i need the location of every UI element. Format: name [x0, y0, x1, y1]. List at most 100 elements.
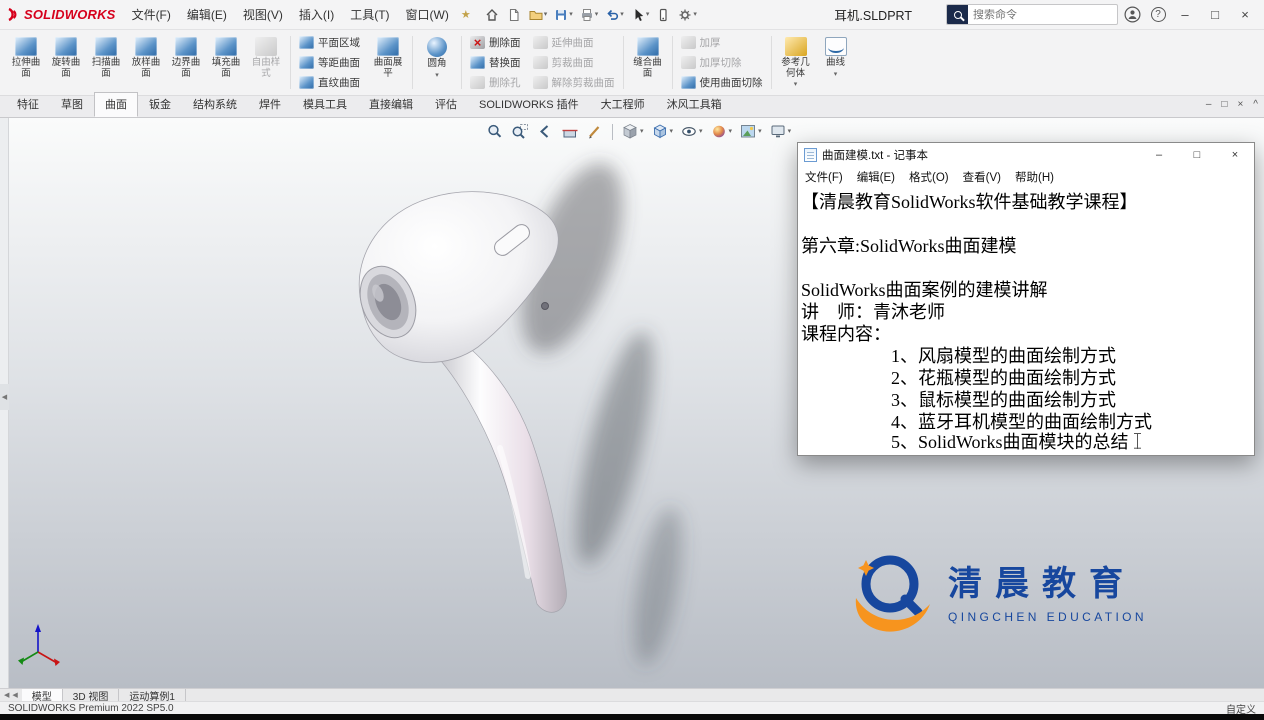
- hide-show-caret-icon[interactable]: ▾: [699, 128, 703, 135]
- doc-restore-icon[interactable]: □: [1221, 99, 1227, 110]
- view-settings-button[interactable]: ▾: [767, 121, 794, 142]
- tab-mold-tools[interactable]: 模具工具: [292, 92, 358, 117]
- undo-caret-icon[interactable]: ▾: [620, 11, 624, 18]
- notepad-menu-file[interactable]: 文件(F): [798, 169, 850, 185]
- notepad-menu-format[interactable]: 格式(O): [902, 169, 956, 185]
- reference-geometry-button[interactable]: 参考几何体 ▾: [776, 32, 816, 93]
- revolve-surface-button[interactable]: 旋转曲面: [46, 32, 86, 93]
- notepad-menu-help[interactable]: 帮助(H): [1008, 169, 1061, 185]
- mobile-device-button[interactable]: [652, 4, 674, 26]
- favorites-star-icon[interactable]: ★: [457, 8, 475, 21]
- scene-caret-icon[interactable]: ▾: [758, 128, 762, 135]
- open-button[interactable]: ▾: [525, 4, 551, 26]
- feature-manager-expand-arrow[interactable]: ◀: [0, 384, 9, 410]
- fillet-caret-icon[interactable]: ▾: [435, 72, 439, 79]
- window-maximize-button[interactable]: □: [1200, 0, 1230, 30]
- hide-show-items-button[interactable]: ▾: [678, 121, 705, 142]
- ribbon-collapse-icon[interactable]: ^: [1253, 99, 1258, 110]
- zoom-fit-button[interactable]: [484, 121, 506, 142]
- menu-tools[interactable]: 工具(T): [342, 0, 397, 30]
- tab-model[interactable]: 模型: [21, 689, 63, 703]
- select-caret-icon[interactable]: ▾: [646, 11, 650, 18]
- thicken-cut-button[interactable]: 加厚切除: [677, 53, 767, 72]
- notepad-menu-view[interactable]: 查看(V): [956, 169, 1008, 185]
- menu-file[interactable]: 文件(F): [124, 0, 179, 30]
- view-orientation-caret-icon[interactable]: ▾: [640, 128, 644, 135]
- appearance-caret-icon[interactable]: ▾: [729, 128, 733, 135]
- fillet-button[interactable]: 圆角 ▾: [417, 32, 457, 93]
- boundary-surface-button[interactable]: 边界曲面: [166, 32, 206, 93]
- cut-with-surface-button[interactable]: 使用曲面切除: [677, 73, 767, 92]
- print-button[interactable]: ▾: [576, 4, 602, 26]
- previous-view-button[interactable]: [534, 121, 556, 142]
- loft-surface-button[interactable]: 放样曲面: [126, 32, 166, 93]
- view-orientation-button[interactable]: ▾: [619, 121, 646, 142]
- display-style-caret-icon[interactable]: ▾: [670, 128, 674, 135]
- doc-minimize-icon[interactable]: –: [1206, 99, 1212, 110]
- zoom-area-button[interactable]: [509, 121, 531, 142]
- undo-button[interactable]: ▾: [601, 4, 627, 26]
- knit-surface-button[interactable]: 缝合曲面: [628, 32, 668, 93]
- command-search-box[interactable]: ▾: [946, 4, 1118, 25]
- tab-sketch[interactable]: 草图: [50, 92, 94, 117]
- notepad-close-button[interactable]: ×: [1216, 143, 1254, 167]
- dynamic-annotation-button[interactable]: [584, 121, 606, 142]
- tab-weldments[interactable]: 焊件: [248, 92, 292, 117]
- menu-edit[interactable]: 编辑(E): [179, 0, 235, 30]
- save-button[interactable]: ▾: [550, 4, 576, 26]
- tab-motion-study[interactable]: 运动算例1: [119, 689, 186, 703]
- save-caret-icon[interactable]: ▾: [569, 11, 573, 18]
- new-document-button[interactable]: [503, 4, 525, 26]
- curves-caret-icon[interactable]: ▾: [834, 71, 838, 78]
- menu-insert[interactable]: 插入(I): [291, 0, 342, 30]
- doc-close-icon[interactable]: ×: [1237, 99, 1243, 110]
- extrude-surface-button[interactable]: 拉伸曲面: [6, 32, 46, 93]
- ruled-surface-button[interactable]: 直纹曲面: [295, 73, 364, 92]
- notepad-titlebar[interactable]: 曲面建模.txt - 记事本 – □ ×: [798, 143, 1254, 167]
- delete-hole-button[interactable]: 删除孔: [466, 73, 525, 92]
- home-button[interactable]: [481, 4, 503, 26]
- select-button[interactable]: ▾: [627, 4, 653, 26]
- tab-solidworks-addins[interactable]: SOLIDWORKS 插件: [468, 92, 590, 117]
- tab-scroll-left2-icon[interactable]: ◀: [12, 691, 17, 699]
- notepad-minimize-button[interactable]: –: [1140, 143, 1178, 167]
- edit-appearance-button[interactable]: ▾: [708, 121, 735, 142]
- freeform-button[interactable]: 自由样式: [246, 32, 286, 93]
- help-button[interactable]: ?: [1146, 3, 1170, 27]
- tab-scroll-left-icon[interactable]: ◀: [4, 691, 9, 699]
- user-account-button[interactable]: [1120, 3, 1144, 27]
- view-settings-caret-icon[interactable]: ▾: [788, 128, 792, 135]
- notepad-maximize-button[interactable]: □: [1178, 143, 1216, 167]
- graphics-area[interactable]: ◀ ▾ ▾ ▾ ▾ ▾ ▾ 清晨教育 QINGCHEN EDUCATION 曲面…: [0, 118, 1264, 688]
- search-input[interactable]: [968, 8, 1117, 21]
- tab-da-engineer[interactable]: 大工程师: [590, 92, 656, 117]
- thicken-button[interactable]: 加厚: [677, 33, 767, 52]
- planar-surface-button[interactable]: 平面区域: [295, 33, 364, 52]
- open-caret-icon[interactable]: ▾: [544, 11, 548, 18]
- fill-surface-button[interactable]: 填充曲面: [206, 32, 246, 93]
- section-view-button[interactable]: [559, 121, 581, 142]
- tab-structure-system[interactable]: 结构系统: [182, 92, 248, 117]
- offset-surface-button[interactable]: 等距曲面: [295, 53, 364, 72]
- sweep-surface-button[interactable]: 扫描曲面: [86, 32, 126, 93]
- menu-view[interactable]: 视图(V): [235, 0, 291, 30]
- trim-surface-button[interactable]: 剪裁曲面: [529, 53, 619, 72]
- tab-direct-editing[interactable]: 直接编辑: [358, 92, 424, 117]
- apply-scene-button[interactable]: ▾: [737, 121, 764, 142]
- tab-evaluate[interactable]: 评估: [424, 92, 468, 117]
- reference-geometry-caret-icon[interactable]: ▾: [794, 81, 798, 88]
- window-minimize-button[interactable]: –: [1170, 0, 1200, 30]
- tab-3d-views[interactable]: 3D 视图: [63, 689, 120, 703]
- tab-sheet-metal[interactable]: 钣金: [138, 92, 182, 117]
- curves-button[interactable]: 曲线 ▾: [816, 32, 856, 93]
- tab-mufeng-toolbox[interactable]: 沐风工具箱: [656, 92, 733, 117]
- print-caret-icon[interactable]: ▾: [595, 11, 599, 18]
- options-button[interactable]: ▾: [674, 4, 700, 26]
- extend-surface-button[interactable]: 延伸曲面: [529, 33, 619, 52]
- window-close-button[interactable]: ×: [1230, 0, 1260, 30]
- display-style-button[interactable]: ▾: [649, 121, 676, 142]
- notepad-window[interactable]: 曲面建模.txt - 记事本 – □ × 文件(F) 编辑(E) 格式(O) 查…: [797, 142, 1255, 456]
- options-caret-icon[interactable]: ▾: [693, 11, 697, 18]
- notepad-menu-edit[interactable]: 编辑(E): [850, 169, 902, 185]
- menu-window[interactable]: 窗口(W): [398, 0, 457, 30]
